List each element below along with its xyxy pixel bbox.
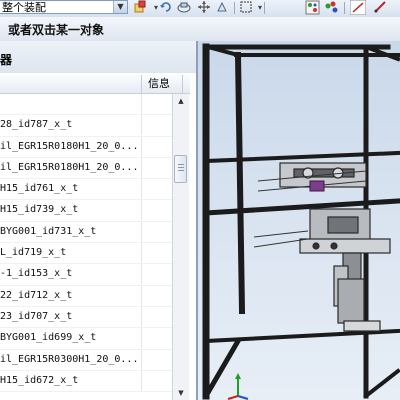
scroll-down-icon[interactable]: ▼	[173, 386, 189, 400]
prompt-bar: 或者双击某一对象	[0, 17, 400, 42]
component-name: il_EGR15R0180H1_20_0...	[0, 140, 139, 152]
column-info[interactable]: 信息	[141, 75, 184, 93]
list-item[interactable]: H15_id672_x_t	[0, 370, 172, 393]
navigator-titlebar: 器	[0, 41, 196, 73]
list-item[interactable]: il_EGR15R0180H1_20_0...	[0, 136, 172, 158]
scroll-thumb[interactable]	[174, 155, 187, 183]
component-name: 23_id707_x_t	[0, 310, 73, 322]
pencil-icon[interactable]	[372, 0, 388, 15]
vertical-scrollbar[interactable]: ▲ ▼	[172, 94, 189, 400]
list-item[interactable]: BYG001_id731_x_t	[0, 221, 172, 244]
list-item[interactable]: BYG001_id699_x_t	[0, 328, 172, 350]
view-icon[interactable]	[176, 0, 192, 15]
list-item[interactable]: il_EGR15R0300H1_20_0...	[0, 349, 172, 371]
component-icon[interactable]	[214, 0, 230, 15]
undo-icon[interactable]	[158, 0, 174, 15]
list-item[interactable]: H15_id739_x_t	[0, 200, 172, 222]
component-name: -1_id153_x_t	[0, 268, 73, 280]
navigator-title: 器	[0, 53, 13, 67]
list-item[interactable]: il_EGR15R0180H1_20_0...	[0, 157, 172, 180]
component-name: H15_id672_x_t	[0, 374, 79, 386]
list-item[interactable]: 22_id712_x_t	[0, 285, 172, 307]
list-item[interactable]: H15_id761_x_t	[0, 179, 172, 201]
list-item[interactable]: -1_id153_x_t	[0, 264, 172, 286]
component-name: il_EGR15R0300H1_20_0...	[0, 353, 139, 365]
component-name: H15_id739_x_t	[0, 204, 79, 216]
component-list: 28_id787_x_t il_EGR15R0180H1_20_0... il_…	[0, 94, 172, 394]
coordinate-axes-icon	[227, 373, 249, 400]
component-name: L_id719_x_t	[0, 247, 67, 259]
chevron-down-icon[interactable]: ▾	[252, 0, 268, 15]
assembly-scope-select[interactable]: 整个装配 ▼	[0, 0, 128, 14]
graphics-viewport[interactable]	[198, 41, 400, 400]
machine-frame-model[interactable]	[198, 41, 400, 400]
component-name: 28_id787_x_t	[0, 119, 73, 131]
component-name: il_EGR15R0180H1_20_0...	[0, 161, 139, 173]
prompt-text: 或者双击某一对象	[8, 23, 105, 37]
component-name: BYG001_id699_x_t	[0, 332, 97, 344]
snap-icon[interactable]	[305, 0, 321, 15]
list-item[interactable]	[0, 94, 172, 116]
list-item[interactable]: 23_id707_x_t	[0, 306, 172, 329]
chevron-down-icon[interactable]: ▼	[113, 1, 127, 13]
column-header: 信息	[0, 75, 190, 94]
component-name: 22_id712_x_t	[0, 289, 73, 301]
line-icon[interactable]	[349, 0, 367, 16]
assembly-icon[interactable]	[132, 0, 148, 15]
scroll-up-icon[interactable]: ▲	[173, 94, 189, 108]
list-item[interactable]: L_id719_x_t	[0, 243, 172, 265]
move-icon[interactable]	[196, 0, 212, 15]
component-name: BYG001_id731_x_t	[0, 225, 97, 237]
snap-points-icon[interactable]	[324, 0, 340, 15]
assembly-navigator: 器 信息 28_id787_x_t il_EGR15R0180H1_20_0..…	[0, 41, 198, 400]
list-item[interactable]: 28_id787_x_t	[0, 115, 172, 137]
component-name: H15_id761_x_t	[0, 183, 79, 195]
column-extra[interactable]	[182, 75, 191, 93]
main-toolbar: 整个装配 ▼ ▾ ▾	[0, 0, 400, 18]
assembly-scope-value: 整个装配	[2, 1, 46, 14]
